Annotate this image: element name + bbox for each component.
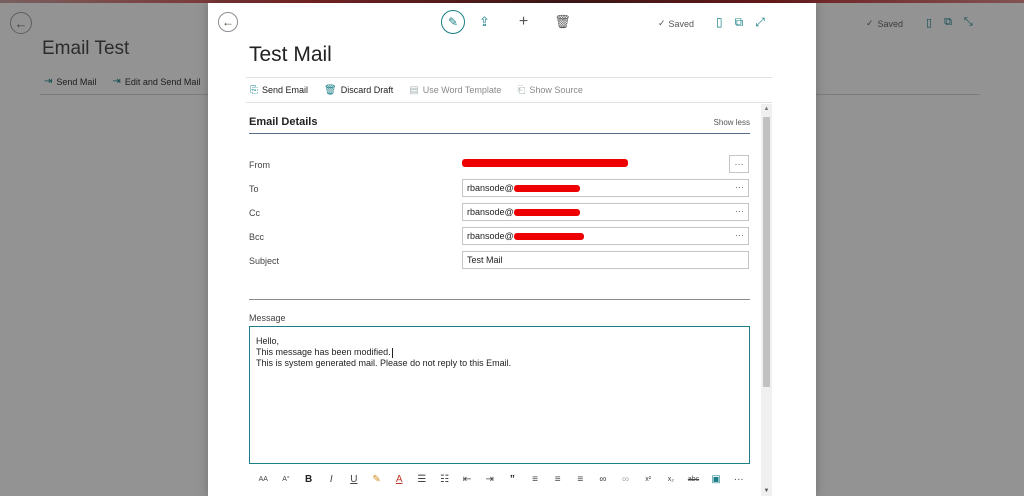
from-label: From xyxy=(249,160,270,170)
more-icon[interactable]: ··· xyxy=(735,182,744,192)
email-dialog: ← ✎ ⇪ + 🗑 ✓ Saved ▯ ⧉ ⤢ Test Mail ⎘ Send… xyxy=(208,3,816,496)
outdent-icon[interactable]: ⇤ xyxy=(456,474,479,485)
message-editor[interactable]: Hello, This message has been modified. T… xyxy=(249,326,750,464)
saved-status: ✓ Saved xyxy=(658,18,695,29)
subject-field[interactable]: Test Mail xyxy=(462,251,749,269)
from-lookup-button[interactable]: ··· xyxy=(729,155,749,173)
message-line: This message has been modified. xyxy=(256,347,393,358)
align-left-icon[interactable]: ≡ xyxy=(524,474,547,485)
use-word-template-button[interactable]: ▤ Use Word Template xyxy=(409,85,501,96)
redacted-mark xyxy=(513,208,580,216)
trash-icon: 🗑 xyxy=(324,84,337,96)
superscript-font-icon[interactable]: A° xyxy=(275,476,298,483)
add-icon[interactable]: + xyxy=(504,13,543,31)
numbering-icon[interactable]: ☷ xyxy=(433,474,456,485)
align-right-icon[interactable]: ≡ xyxy=(569,474,592,485)
dialog-top-toolbar: ✎ ⇪ + 🗑 xyxy=(441,10,582,34)
rich-text-toolbar: AA A° B I U ✎ A ☰ ☷ ⇤ ⇥ ” ≡ ≡ ≡ ∞ ∞ x² x… xyxy=(252,469,750,489)
vertical-scrollbar[interactable]: ▲ ▼ xyxy=(761,104,772,496)
redacted-mark xyxy=(513,184,580,192)
message-line: This is system generated mail. Please do… xyxy=(256,358,512,368)
font-size-icon[interactable]: AA xyxy=(252,476,275,483)
back-arrow-icon[interactable]: ← xyxy=(218,12,238,32)
scroll-up-icon[interactable]: ▲ xyxy=(761,106,772,112)
word-template-icon: ▤ xyxy=(409,84,419,96)
bullets-icon[interactable]: ☰ xyxy=(410,474,433,485)
from-value-redacted xyxy=(462,159,628,167)
show-source-button[interactable]: ⎗ Show Source xyxy=(517,85,583,96)
link-icon[interactable]: ∞ xyxy=(592,474,615,485)
bookmark-icon[interactable]: ▯ xyxy=(716,15,723,30)
send-email-button[interactable]: ⎘ Send Email xyxy=(250,85,308,96)
redacted-mark xyxy=(513,232,584,240)
send-email-icon: ⎘ xyxy=(250,84,258,96)
to-field[interactable]: rbansode@ ··· xyxy=(462,179,749,197)
divider xyxy=(249,299,750,300)
bcc-label: Bcc xyxy=(249,232,265,242)
scroll-down-icon[interactable]: ▼ xyxy=(761,488,772,494)
more-icon[interactable]: ··· xyxy=(735,230,744,240)
bold-icon[interactable]: B xyxy=(297,474,320,485)
section-title: Email Details xyxy=(249,116,318,128)
discard-draft-button[interactable]: 🗑 Discard Draft xyxy=(324,85,393,96)
text-cursor xyxy=(391,347,393,358)
more-icon[interactable]: ··· xyxy=(735,206,744,216)
delete-icon[interactable]: 🗑 xyxy=(543,14,582,30)
email-details-header: Email Details Show less xyxy=(249,116,750,134)
indent-icon[interactable]: ⇥ xyxy=(478,474,501,485)
underline-icon[interactable]: U xyxy=(343,474,366,485)
source-icon: ⎗ xyxy=(517,84,526,96)
dialog-right-icons: ▯ ⧉ ⤢ xyxy=(716,15,765,30)
more-icon[interactable]: ··· xyxy=(727,474,750,485)
image-icon[interactable]: ▣ xyxy=(705,474,728,485)
show-less-link[interactable]: Show less xyxy=(714,118,750,127)
unlink-icon[interactable]: ∞ xyxy=(614,474,637,485)
superscript-icon[interactable]: x² xyxy=(637,476,660,483)
quote-icon[interactable]: ” xyxy=(501,474,524,485)
subscript-icon[interactable]: x₂ xyxy=(660,476,683,483)
strikethrough-icon[interactable]: abc xyxy=(682,476,705,483)
highlight-icon[interactable]: ✎ xyxy=(365,474,388,485)
cc-field[interactable]: rbansode@ ··· xyxy=(462,203,749,221)
scroll-thumb[interactable] xyxy=(763,117,770,387)
font-color-icon[interactable]: A xyxy=(388,474,411,485)
to-label: To xyxy=(249,184,259,194)
check-icon: ✓ xyxy=(658,18,666,28)
align-center-icon[interactable]: ≡ xyxy=(546,474,569,485)
italic-icon[interactable]: I xyxy=(320,474,343,485)
cc-label: Cc xyxy=(249,208,260,218)
dialog-action-bar: ⎘ Send Email 🗑 Discard Draft ▤ Use Word … xyxy=(246,77,772,103)
subject-label: Subject xyxy=(249,256,280,266)
bcc-field[interactable]: rbansode@ ··· xyxy=(462,227,749,245)
dialog-title: Test Mail xyxy=(249,43,332,66)
share-icon[interactable]: ⇪ xyxy=(465,14,504,30)
message-label: Message xyxy=(249,313,286,323)
edit-icon[interactable]: ✎ xyxy=(441,10,465,34)
message-line: Hello, xyxy=(256,336,280,346)
expand-icon[interactable]: ⤢ xyxy=(755,15,765,30)
open-in-new-icon[interactable]: ⧉ xyxy=(735,15,744,30)
